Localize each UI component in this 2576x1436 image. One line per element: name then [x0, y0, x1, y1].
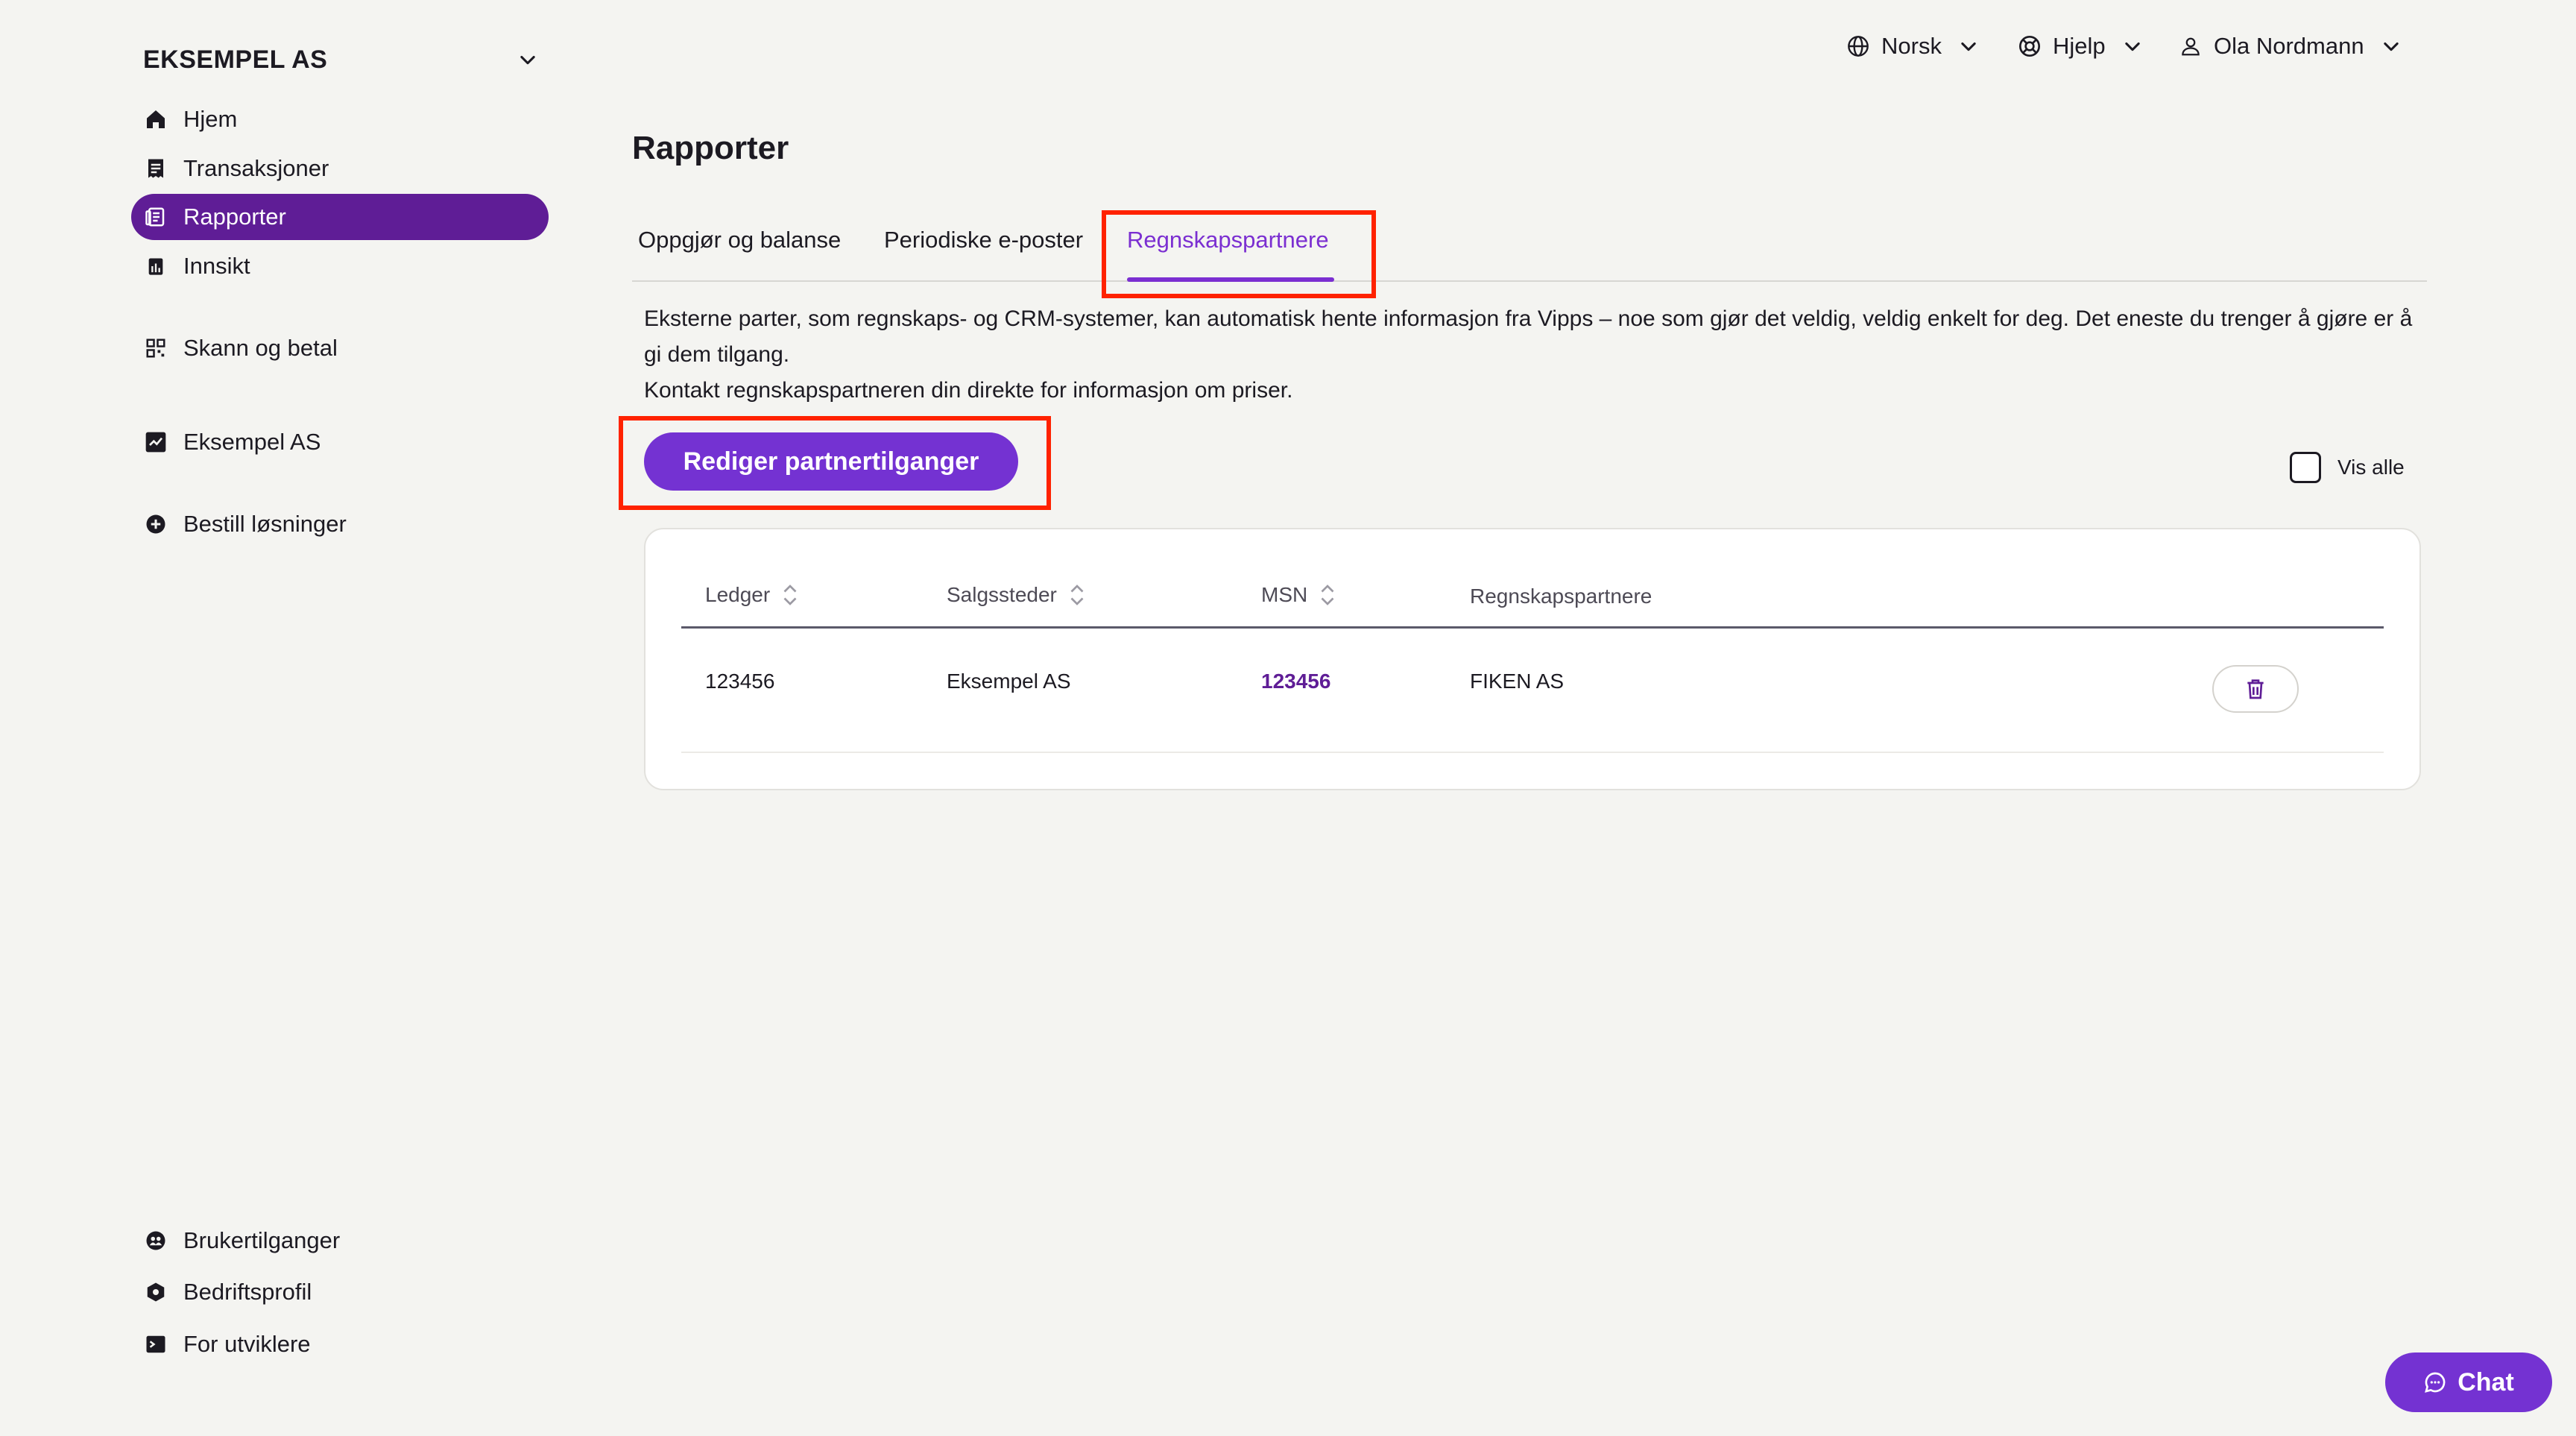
user-name: Ola Nordmann — [2214, 33, 2364, 59]
chat-button[interactable]: Chat — [2385, 1352, 2552, 1412]
language-selector[interactable]: Norsk — [1846, 28, 1979, 64]
sidebar-item-eksempel-as[interactable]: Eksempel AS — [131, 419, 549, 465]
insight-icon — [143, 253, 168, 279]
description-line-1: Eksterne parter, som regnskaps- og CRM-s… — [644, 306, 2413, 367]
trash-icon — [2244, 676, 2267, 702]
show-all-label: Vis alle — [2337, 456, 2405, 479]
sidebar-item-hjem[interactable]: Hjem — [131, 96, 549, 142]
chevron-down-icon — [1958, 36, 1979, 57]
show-all-checkbox[interactable] — [2290, 452, 2321, 483]
row-divider — [681, 752, 2384, 753]
cell-partner: FIKEN AS — [1470, 670, 1565, 693]
sort-icon[interactable] — [1318, 582, 1337, 608]
sidebar-item-for-utviklere[interactable]: For utviklere — [143, 1326, 311, 1362]
language-label: Norsk — [1881, 33, 1942, 59]
description-line-2: Kontakt regnskapspartneren din direkte f… — [644, 378, 1293, 403]
highlight-box-button — [619, 416, 1051, 510]
column-label: Ledger — [705, 583, 771, 606]
description: Eksterne parter, som regnskaps- og CRM-s… — [644, 301, 2425, 409]
sidebar-item-brukertilganger[interactable]: Brukertilganger — [143, 1223, 340, 1259]
store-icon — [143, 429, 168, 455]
delete-button[interactable] — [2212, 665, 2299, 713]
tab-periodiske-e-poster[interactable]: Periodiske e-poster — [884, 227, 1083, 253]
globe-icon — [1846, 34, 1871, 59]
show-all-toggle[interactable]: Vis alle — [2290, 452, 2405, 483]
sidebar-item-label: Innsikt — [183, 253, 250, 279]
column-header-ledger: Ledger — [705, 582, 800, 608]
receipt-icon — [143, 156, 168, 181]
sidebar-item-label: Brukertilganger — [183, 1227, 341, 1253]
sort-icon[interactable] — [780, 582, 800, 608]
report-icon — [143, 204, 168, 230]
sidebar-item-rapporter[interactable]: Rapporter — [131, 194, 549, 240]
plus-circle-icon — [143, 511, 168, 537]
sidebar-item-label: Transaksjoner — [183, 155, 329, 181]
sidebar-item-label: Rapporter — [183, 204, 286, 230]
column-header-msn: MSN — [1261, 582, 1337, 608]
column-label: Regnskapspartnere — [1470, 585, 1652, 608]
partners-table: Ledger Salgssteder MSN Regnskapspartnere… — [644, 528, 2421, 790]
sidebar-item-bedriftsprofil[interactable]: Bedriftsprofil — [143, 1274, 312, 1310]
sort-icon[interactable] — [1067, 582, 1087, 608]
sidebar-item-label: Hjem — [183, 106, 238, 132]
company-name: EKSEMPEL AS — [143, 45, 328, 74]
column-label: Salgssteder — [947, 583, 1057, 606]
chat-label: Chat — [2457, 1367, 2514, 1396]
page-title: Rapporter — [632, 130, 789, 166]
tab-bar: Oppgjør og balanse Periodiske e-poster R… — [632, 216, 2427, 282]
terminal-icon — [143, 1332, 168, 1357]
help-menu[interactable]: Hjelp — [2017, 28, 2143, 64]
home-icon — [143, 107, 168, 132]
sidebar-item-innsikt[interactable]: Innsikt — [131, 243, 549, 289]
hexagon-icon — [143, 1279, 168, 1305]
column-header-salgssteder: Salgssteder — [947, 582, 1087, 608]
sidebar-item-label: Bedriftsprofil — [183, 1279, 312, 1305]
sidebar-item-label: For utviklere — [183, 1331, 311, 1357]
chevron-down-icon — [517, 49, 538, 70]
chevron-down-icon — [2122, 36, 2143, 57]
users-icon — [143, 1228, 168, 1253]
sidebar-item-transaksjoner[interactable]: Transaksjoner — [131, 145, 549, 192]
header-divider — [681, 626, 2384, 629]
company-selector[interactable]: EKSEMPEL AS — [143, 42, 538, 78]
user-menu[interactable]: Ola Nordmann — [2178, 28, 2402, 64]
tab-oppgjor-og-balanse[interactable]: Oppgjør og balanse — [638, 227, 841, 253]
lifebuoy-icon — [2017, 34, 2042, 59]
cell-salgssted: Eksempel AS — [947, 670, 1071, 693]
highlight-box-tab — [1102, 210, 1376, 298]
cell-ledger: 123456 — [705, 670, 775, 693]
column-header-regnskapspartnere: Regnskapspartnere — [1470, 585, 1652, 608]
qr-icon — [143, 336, 168, 361]
sidebar-item-bestill-losninger[interactable]: Bestill løsninger — [131, 501, 549, 547]
cell-msn-link[interactable]: 123456 — [1261, 670, 1330, 693]
chat-bubble-icon — [2423, 1370, 2447, 1394]
chevron-down-icon — [2381, 36, 2402, 57]
help-label: Hjelp — [2053, 33, 2106, 59]
sidebar-item-label: Skann og betal — [183, 335, 338, 361]
sidebar-item-label: Eksempel AS — [183, 429, 321, 455]
sidebar-item-label: Bestill løsninger — [183, 511, 347, 537]
user-icon — [2178, 34, 2203, 59]
sidebar-item-skann-og-betal[interactable]: Skann og betal — [131, 325, 549, 371]
column-label: MSN — [1261, 583, 1308, 606]
